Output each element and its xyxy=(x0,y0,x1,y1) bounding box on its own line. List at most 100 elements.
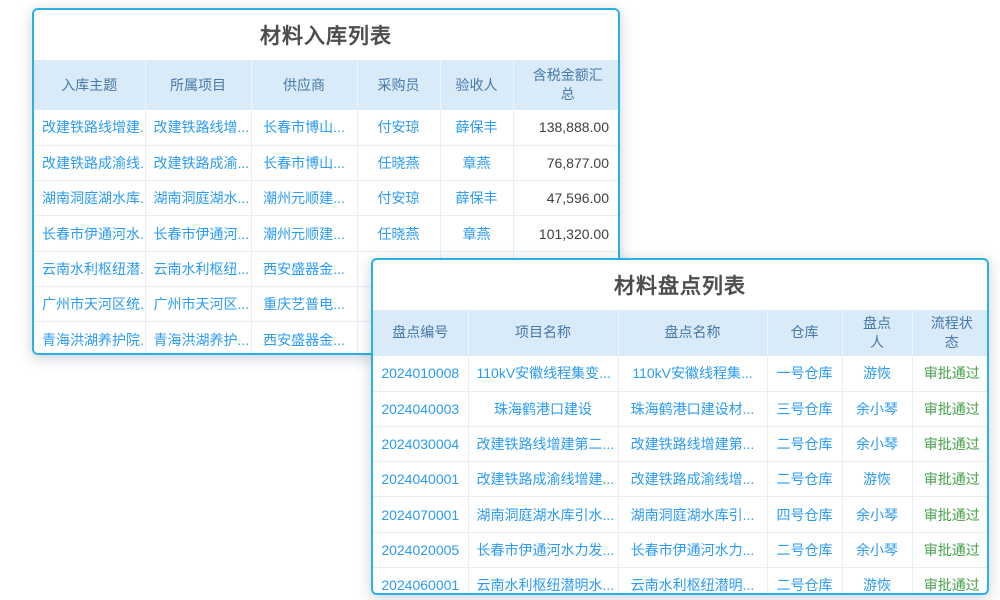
table-cell[interactable]: 审批通过 xyxy=(912,391,989,426)
table-cell[interactable]: 改建铁路成渝... xyxy=(145,145,251,180)
column-header: 盘点名称 xyxy=(618,310,767,356)
table-cell[interactable]: 审批通过 xyxy=(912,568,989,595)
table-cell[interactable]: 改建铁路线增建第二... xyxy=(468,426,618,461)
table-cell[interactable]: 任晓燕 xyxy=(357,145,440,180)
material-stocktake-list-title: 材料盘点列表 xyxy=(373,260,987,310)
table-cell[interactable]: 长春市博山... xyxy=(251,145,357,180)
table-cell[interactable]: 章燕 xyxy=(440,145,513,180)
table-cell[interactable]: 110kV安徽线程集... xyxy=(618,356,767,391)
table-cell[interactable]: 潮州元顺建... xyxy=(251,216,357,251)
column-header: 入库主题 xyxy=(34,60,145,110)
table-cell[interactable]: 西安盛器金... xyxy=(251,251,357,286)
column-header: 含税金额汇总 xyxy=(513,60,620,110)
table-cell[interactable]: 湖南洞庭湖水库引水... xyxy=(468,497,618,532)
material-inbound-list-title: 材料入库列表 xyxy=(34,10,618,60)
table-cell[interactable]: 付安琼 xyxy=(357,110,440,145)
table-row: 2024020005长春市伊通河水力发...长春市伊通河水力...二号仓库余小琴… xyxy=(373,532,989,567)
table-cell[interactable]: 广州市天河区... xyxy=(145,286,251,321)
table-cell[interactable]: 改建铁路成渝线增... xyxy=(618,462,767,497)
table-cell[interactable]: 潮州元顺建... xyxy=(251,181,357,216)
table-cell[interactable]: 审批通过 xyxy=(912,497,989,532)
table-cell[interactable]: 游恢 xyxy=(842,462,912,497)
table-cell[interactable]: 改建铁路线增建... xyxy=(34,110,145,145)
table-cell[interactable]: 云南水利枢纽潜... xyxy=(34,251,145,286)
table-cell[interactable]: 游恢 xyxy=(842,356,912,391)
material-stocktake-list-card: 材料盘点列表 盘点编号项目名称盘点名称仓库盘点人流程状态202401000811… xyxy=(371,258,989,595)
table-cell[interactable]: 广州市天河区统... xyxy=(34,286,145,321)
table-cell[interactable]: 110kV安徽线程集变... xyxy=(468,356,618,391)
table-cell[interactable]: 长春市伊通河水... xyxy=(34,216,145,251)
table-cell[interactable]: 审批通过 xyxy=(912,532,989,567)
column-header: 所属项目 xyxy=(145,60,251,110)
column-header: 采购员 xyxy=(357,60,440,110)
column-header: 盘点编号 xyxy=(373,310,468,356)
material-stocktake-table: 盘点编号项目名称盘点名称仓库盘点人流程状态2024010008110kV安徽线程… xyxy=(373,310,989,595)
table-cell[interactable]: 二号仓库 xyxy=(767,426,842,461)
table-header-row: 入库主题所属项目供应商采购员验收人含税金额汇总 xyxy=(34,60,620,110)
table-cell[interactable]: 薛保丰 xyxy=(440,181,513,216)
table-cell[interactable]: 余小琴 xyxy=(842,391,912,426)
table-row: 2024060001云南水利枢纽潜明水...云南水利枢纽潜明...二号仓库游恢审… xyxy=(373,568,989,595)
table-cell[interactable]: 游恢 xyxy=(842,568,912,595)
table-cell[interactable]: 余小琴 xyxy=(842,532,912,567)
table-cell[interactable]: 二号仓库 xyxy=(767,568,842,595)
table-cell[interactable]: 湖南洞庭湖水库引... xyxy=(618,497,767,532)
table-cell[interactable]: 珠海鹤港口建设 xyxy=(468,391,618,426)
table-cell[interactable]: 西安盛器金... xyxy=(251,322,357,355)
table-cell[interactable]: 重庆艺普电... xyxy=(251,286,357,321)
table-row: 湖南洞庭湖水库...湖南洞庭湖水...潮州元顺建...付安琼薛保丰47,596.… xyxy=(34,181,620,216)
table-cell: 76,877.00 xyxy=(513,145,620,180)
table-cell[interactable]: 一号仓库 xyxy=(767,356,842,391)
table-cell[interactable]: 青海洪湖养护... xyxy=(145,322,251,355)
table-cell[interactable]: 二号仓库 xyxy=(767,462,842,497)
table-cell[interactable]: 2024060001 xyxy=(373,568,468,595)
table-cell[interactable]: 长春市伊通河... xyxy=(145,216,251,251)
table-cell[interactable]: 2024020005 xyxy=(373,532,468,567)
table-row: 2024010008110kV安徽线程集变...110kV安徽线程集...一号仓… xyxy=(373,356,989,391)
table-cell[interactable]: 2024040001 xyxy=(373,462,468,497)
column-header: 流程状态 xyxy=(912,310,989,356)
column-header: 仓库 xyxy=(767,310,842,356)
table-row: 2024070001湖南洞庭湖水库引水...湖南洞庭湖水库引...四号仓库余小琴… xyxy=(373,497,989,532)
table-cell[interactable]: 云南水利枢纽... xyxy=(145,251,251,286)
table-row: 2024040001改建铁路成渝线增建...改建铁路成渝线增...二号仓库游恢审… xyxy=(373,462,989,497)
table-cell[interactable]: 改建铁路线增建第... xyxy=(618,426,767,461)
table-cell[interactable]: 2024030004 xyxy=(373,426,468,461)
table-cell[interactable]: 云南水利枢纽潜明... xyxy=(618,568,767,595)
table-row: 改建铁路成渝线...改建铁路成渝...长春市博山...任晓燕章燕76,877.0… xyxy=(34,145,620,180)
table-cell[interactable]: 青海洪湖养护院... xyxy=(34,322,145,355)
table-cell[interactable]: 2024010008 xyxy=(373,356,468,391)
table-cell[interactable]: 任晓燕 xyxy=(357,216,440,251)
table-cell[interactable]: 付安琼 xyxy=(357,181,440,216)
table-cell[interactable]: 二号仓库 xyxy=(767,532,842,567)
table-cell[interactable]: 长春市博山... xyxy=(251,110,357,145)
table-cell[interactable]: 余小琴 xyxy=(842,497,912,532)
table-cell[interactable]: 四号仓库 xyxy=(767,497,842,532)
table-cell[interactable]: 余小琴 xyxy=(842,426,912,461)
table-cell[interactable]: 湖南洞庭湖水... xyxy=(145,181,251,216)
table-cell: 101,320.00 xyxy=(513,216,620,251)
table-row: 改建铁路线增建...改建铁路线增...长春市博山...付安琼薛保丰138,888… xyxy=(34,110,620,145)
table-cell: 138,888.00 xyxy=(513,110,620,145)
table-cell[interactable]: 2024070001 xyxy=(373,497,468,532)
table-row: 2024030004改建铁路线增建第二...改建铁路线增建第...二号仓库余小琴… xyxy=(373,426,989,461)
table-cell[interactable]: 改建铁路成渝线... xyxy=(34,145,145,180)
table-cell[interactable]: 章燕 xyxy=(440,216,513,251)
table-cell[interactable]: 长春市伊通河水力... xyxy=(618,532,767,567)
table-cell[interactable]: 珠海鹤港口建设材... xyxy=(618,391,767,426)
table-cell[interactable]: 审批通过 xyxy=(912,426,989,461)
table-cell: 47,596.00 xyxy=(513,181,620,216)
table-cell[interactable]: 审批通过 xyxy=(912,356,989,391)
table-cell[interactable]: 改建铁路成渝线增建... xyxy=(468,462,618,497)
column-header: 供应商 xyxy=(251,60,357,110)
table-cell[interactable]: 长春市伊通河水力发... xyxy=(468,532,618,567)
table-cell[interactable]: 2024040003 xyxy=(373,391,468,426)
column-header: 验收人 xyxy=(440,60,513,110)
table-cell[interactable]: 改建铁路线增... xyxy=(145,110,251,145)
table-cell[interactable]: 三号仓库 xyxy=(767,391,842,426)
table-cell[interactable]: 湖南洞庭湖水库... xyxy=(34,181,145,216)
table-row: 长春市伊通河水...长春市伊通河...潮州元顺建...任晓燕章燕101,320.… xyxy=(34,216,620,251)
table-cell[interactable]: 云南水利枢纽潜明水... xyxy=(468,568,618,595)
table-cell[interactable]: 薛保丰 xyxy=(440,110,513,145)
table-cell[interactable]: 审批通过 xyxy=(912,462,989,497)
